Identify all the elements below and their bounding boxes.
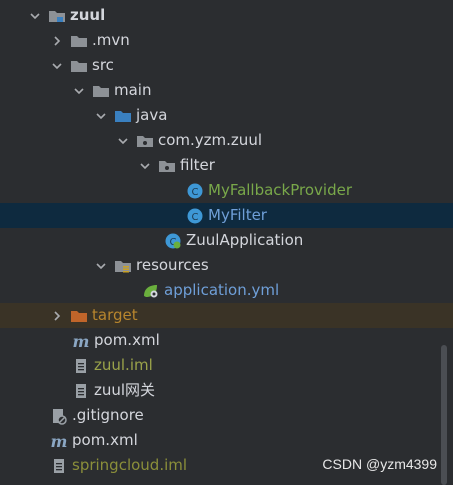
svg-text:C: C <box>192 212 199 223</box>
chevron-down-icon[interactable] <box>50 59 64 73</box>
class-icon: C <box>186 207 204 225</box>
tree-item-label: springcloud.iml <box>72 456 188 474</box>
source-folder-icon <box>114 107 132 125</box>
tree-item-label: application.yml <box>164 281 280 299</box>
module-folder-icon <box>48 7 66 25</box>
tree-row-package[interactable]: com.yzm.zuul <box>0 128 453 153</box>
tree-row-myfilter[interactable]: C MyFilter <box>0 203 453 228</box>
tree-row-zuul-gateway[interactable]: zuul网关 <box>0 378 453 403</box>
maven-icon: m <box>50 432 68 450</box>
tree-row-myfallbackprovider[interactable]: C MyFallbackProvider <box>0 178 453 203</box>
tree-item-label: zuul.iml <box>94 356 153 374</box>
tree-row-resources[interactable]: resources <box>0 253 453 278</box>
tree-item-label: main <box>114 81 152 99</box>
tree-row-java[interactable]: java <box>0 103 453 128</box>
tree-item-label: zuul <box>70 6 106 24</box>
svg-text:C: C <box>192 187 199 198</box>
tree-item-label: resources <box>136 256 209 274</box>
tree-row-application-yml[interactable]: application.yml <box>0 278 453 303</box>
tree-row-root-pom-xml[interactable]: m pom.xml <box>0 428 453 453</box>
excluded-folder-icon <box>70 307 88 325</box>
tree-item-label: zuul网关 <box>94 381 156 399</box>
tree-item-label: pom.xml <box>72 431 138 449</box>
tree-row-filter[interactable]: filter <box>0 153 453 178</box>
maven-icon: m <box>72 332 90 350</box>
tree-item-label: com.yzm.zuul <box>158 131 262 149</box>
tree-row-src[interactable]: src <box>0 53 453 78</box>
spring-boot-class-icon: C <box>164 232 182 250</box>
folder-icon <box>92 82 110 100</box>
tree-item-label: pom.xml <box>94 331 160 349</box>
vertical-scrollbar[interactable] <box>441 345 447 485</box>
class-icon: C <box>186 182 204 200</box>
chevron-down-icon[interactable] <box>138 159 152 173</box>
svg-text:m: m <box>51 432 68 450</box>
iml-file-icon <box>72 357 90 375</box>
tree-item-label: MyFallbackProvider <box>208 181 353 199</box>
chevron-down-icon[interactable] <box>72 84 86 98</box>
tree-item-label: ZuulApplication <box>186 231 304 249</box>
tree-item-label: .gitignore <box>72 406 144 424</box>
tree-row-zuul[interactable]: zuul <box>0 3 453 28</box>
svg-text:m: m <box>73 332 90 350</box>
tree-row-main[interactable]: main <box>0 78 453 103</box>
chevron-down-icon[interactable] <box>116 134 130 148</box>
tree-item-label: MyFilter <box>208 206 267 224</box>
spring-config-icon <box>142 282 160 300</box>
resources-folder-icon <box>114 257 132 275</box>
text-file-icon <box>72 382 90 400</box>
folder-icon <box>70 32 88 50</box>
tree-row-zuulapplication[interactable]: C ZuulApplication <box>0 228 453 253</box>
tree-item-label: target <box>92 306 138 324</box>
ignore-file-icon <box>50 407 68 425</box>
tree-item-label: filter <box>180 156 215 174</box>
folder-icon <box>70 57 88 75</box>
chevron-down-icon[interactable] <box>28 9 42 23</box>
tree-row-pom-xml[interactable]: m pom.xml <box>0 328 453 353</box>
iml-file-icon <box>50 457 68 475</box>
project-tree: zuul .mvn src main java com.yzm.zuul fil… <box>0 0 453 485</box>
chevron-right-icon[interactable] <box>50 309 64 323</box>
tree-row-target[interactable]: target <box>0 303 453 328</box>
tree-row-zuul-iml[interactable]: zuul.iml <box>0 353 453 378</box>
package-icon <box>158 157 176 175</box>
tree-item-label: .mvn <box>92 31 130 49</box>
chevron-right-icon[interactable] <box>50 34 64 48</box>
watermark: CSDN @yzm4399 <box>322 456 437 472</box>
tree-row-gitignore[interactable]: .gitignore <box>0 403 453 428</box>
package-icon <box>136 132 154 150</box>
tree-item-label: java <box>136 106 168 124</box>
tree-row-mvn[interactable]: .mvn <box>0 28 453 53</box>
chevron-down-icon[interactable] <box>94 109 108 123</box>
tree-item-label: src <box>92 56 114 74</box>
chevron-down-icon[interactable] <box>94 259 108 273</box>
